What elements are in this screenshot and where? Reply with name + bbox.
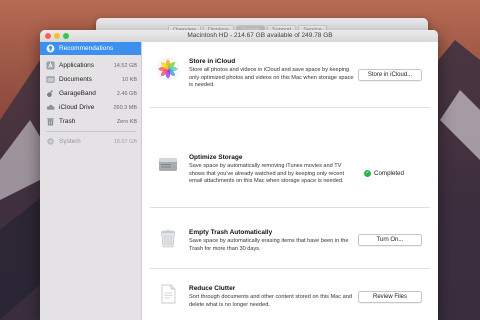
cloud-icon [46,103,55,112]
window-title: Macintosh HD - 214.67 GB available of 24… [187,32,333,39]
guitar-icon [46,89,55,98]
sidebar-item-size: 2.46 GB [116,90,137,97]
section-title: Store in iCloud [189,58,236,65]
close-button[interactable] [45,33,51,39]
store-in-icloud-button[interactable]: Store in iCloud... [358,69,422,81]
section-description: Sort through documents and other content… [189,294,352,308]
sidebar-item-size: 14.52 GB [113,62,137,69]
lightbulb-icon [46,44,55,53]
zoom-button[interactable] [63,33,69,39]
trash-can-icon [157,227,179,249]
section-description: Store all photos and videos in iCloud an… [189,67,354,89]
recommendations-pane: Store in iCloud Store all photos and vid… [142,42,438,320]
sidebar-item-garageband[interactable]: GarageBand 2.46 GB [40,87,141,100]
sidebar-item-size: 260.3 MB [113,104,137,111]
gear-icon [46,137,55,146]
sidebar-item-label: Recommendations [59,45,114,52]
hard-drive-icon [157,153,179,175]
turn-on-button[interactable]: Turn On... [358,234,422,246]
section-description: Save space by automatically removing iTu… [189,163,344,185]
section-divider [150,268,430,269]
section-title: Reduce Clutter [189,285,236,292]
completed-status: ✓ Completed [364,170,404,177]
sidebar-item-label: Documents [59,76,92,83]
storage-management-window: Macintosh HD - 214.67 GB available of 24… [40,30,438,320]
section-title: Optimize Storage [189,154,243,161]
sidebar: Recommendations Applications 14.52 GB Do… [40,42,142,320]
photos-icon [157,58,179,80]
sidebar-item-icloud-drive[interactable]: iCloud Drive 260.3 MB [40,101,141,114]
sidebar-item-documents[interactable]: Documents 10 KB [40,73,141,86]
review-files-button[interactable]: Review Files [358,291,422,303]
sidebar-item-applications[interactable]: Applications 14.52 GB [40,59,141,72]
sidebar-item-size: Zero KB [116,118,137,125]
documents-icon [46,75,55,84]
sidebar-item-label: iCloud Drive [59,104,95,111]
sidebar-item-system[interactable]: System 18.07 GB [40,135,141,148]
applications-icon [46,61,55,70]
sidebar-item-size: 10 KB [122,76,137,83]
sidebar-item-label: GarageBand [59,90,96,97]
sidebar-item-recommendations[interactable]: Recommendations [40,42,141,55]
sidebar-divider [46,131,136,132]
minimize-button[interactable] [54,33,60,39]
document-icon [157,283,179,305]
status-text: Completed [374,170,404,177]
section-description: Save space by automatically erasing item… [189,238,349,252]
sidebar-item-size: 18.07 GB [113,138,137,145]
sidebar-item-label: Trash [59,118,76,125]
sidebar-item-label: Applications [59,62,95,69]
sidebar-item-trash[interactable]: Trash Zero KB [40,115,141,128]
trash-icon [46,117,55,126]
section-title: Empty Trash Automatically [189,229,273,236]
sidebar-item-label: System [59,138,81,145]
checkmark-icon: ✓ [364,170,371,177]
section-divider [150,107,430,108]
section-divider [150,207,430,208]
